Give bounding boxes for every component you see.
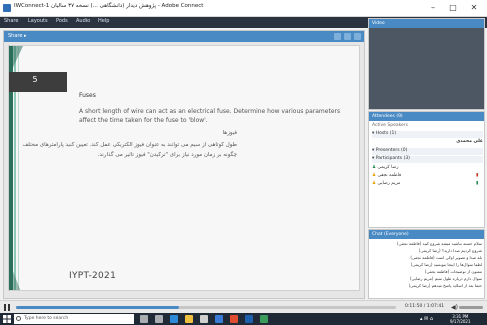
minimize-button[interactable]: – [425, 2, 441, 14]
search-placeholder: Type here to search [24, 316, 69, 321]
toolbar-share[interactable]: Share [4, 18, 18, 24]
volume-slider[interactable] [459, 306, 483, 309]
attendees-pod: Attendees (9) Active Speakers ▾ Hosts (1… [368, 111, 485, 228]
file-explorer-icon[interactable] [185, 315, 193, 323]
chat-pod-label: Chat (Everyone) [372, 231, 409, 237]
volume-icon[interactable]: ◀) [451, 304, 458, 311]
attendees-pod-label: Attendees (9) [372, 113, 403, 119]
chat-message: لطفا سوال‌ها را اینجا بنویسید (رضا کریمی… [410, 262, 482, 267]
video-pod-header: Video [369, 19, 484, 28]
chrome-icon[interactable] [230, 315, 238, 323]
presenters-section-header[interactable]: ▾ Presenters (0) [372, 148, 483, 155]
chat-message: سلام خسته نباشید میشه شروع کنید (فاطمه ن… [396, 241, 482, 246]
toolbar-pods[interactable]: Pods [56, 18, 68, 24]
chat-message: سوال دارم درباره طول سیم (مریم رضایی) [409, 276, 482, 281]
video-pod: Video [368, 18, 485, 110]
share-pod-label: Share ▸ [8, 33, 27, 39]
participants-section-header[interactable]: ▾ Participants (3) [372, 156, 483, 163]
taskbar-clock[interactable]: 3:31 PM 9/17/2021 [450, 314, 471, 324]
status-flag-icon: ▮ [476, 181, 479, 186]
participant-row[interactable]: ♟ رضا کریمی [372, 165, 483, 172]
toolbar-audio[interactable]: Audio [76, 18, 90, 24]
chat-message: شروع کردیم صدا دارید؟ (رضا کریمی) [418, 248, 482, 253]
adobe-connect-taskbar-icon[interactable] [260, 315, 268, 323]
slide-body-persian: طول کوتاهی از سیم می توانند به عنوان فیو… [22, 142, 237, 158]
pause-icon[interactable] [4, 304, 10, 311]
video-pod-label: Video [372, 20, 385, 26]
task-view-icon[interactable] [155, 315, 163, 323]
participant-name: رضا کریمی [377, 165, 399, 170]
timecode: 0:11:50 / 1:07:41 [405, 304, 445, 309]
windows-start-icon[interactable] [3, 315, 11, 323]
toolbar-layouts[interactable]: Layouts [28, 18, 48, 24]
store-icon[interactable] [200, 315, 208, 323]
taskbar-search-input[interactable]: Type here to search [14, 314, 134, 324]
close-button[interactable]: ✕ [466, 2, 482, 14]
slide-title: Fuses [79, 92, 96, 99]
toolbar-help[interactable]: Help [98, 18, 109, 24]
participant-row[interactable]: ♟ مریم رضایی ▮ [372, 181, 483, 188]
fit-width-icon[interactable] [334, 33, 341, 40]
slide-footer: IYPT-2021 [69, 271, 117, 281]
edge-browser-icon[interactable] [170, 315, 178, 323]
window-title-bar: IWConnect-1 پژوهش دیدار (دانشگاهی ...) ن… [0, 0, 487, 17]
playback-bar: 0:11:50 / 1:07:41 ◀) [0, 300, 487, 313]
host-name[interactable]: علی محمدی [372, 139, 483, 146]
chat-message: ممنون از توضیحات (فاطمه نجفی) [424, 269, 482, 274]
progress-fill [16, 306, 180, 309]
chat-message: حتما بعد از اسلاید پاسخ میدهم (رضا کریمی… [408, 283, 482, 288]
system-tray-icons[interactable]: ▴ ✉ ⌂ [420, 316, 433, 322]
presenters-label: Presenters (0) [375, 148, 408, 153]
fullscreen-icon[interactable] [344, 33, 351, 40]
participant-name: فاطمه نجفی [377, 173, 402, 178]
pod-menu-icon[interactable] [354, 33, 361, 40]
word-icon[interactable] [245, 315, 253, 323]
participant-name: مریم رضایی [377, 181, 401, 186]
cortana-icon[interactable] [140, 315, 148, 323]
windows-taskbar: Type here to search ▴ ✉ ⌂ 3:31 PM 9/17/2… [0, 313, 487, 325]
slide-body-english: A short length of wire can act as an ele… [79, 108, 341, 124]
hosts-label: Hosts (1) [375, 131, 397, 136]
search-icon [16, 316, 21, 321]
window-title: IWConnect-1 پژوهش دیدار (دانشگاهی ...) ن… [14, 3, 204, 9]
maximize-button[interactable]: □ [445, 2, 461, 14]
clock-date: 9/17/2021 [450, 319, 471, 324]
slide-title-persian: فیوزها [222, 130, 237, 136]
slide-number-box: 5 [9, 72, 67, 92]
chat-message: بله صدا و تصویر اوکی است (فاطمه نجفی) [410, 255, 482, 260]
slide-number: 5 [32, 75, 38, 84]
adobe-connect-app-icon [3, 4, 11, 12]
chat-pod: Chat (Everyone) سلام خسته نباشید میشه شر… [368, 229, 485, 299]
participant-row[interactable]: ♟ فاطمه نجفی ▮ [372, 173, 483, 180]
active-speakers-label: Active Speakers [372, 123, 408, 128]
share-pod-header: Share ▸ [4, 31, 364, 42]
status-flag-icon: ▮ [476, 173, 479, 178]
attendees-pod-header: Attendees (9) [369, 112, 484, 121]
chat-pod-header: Chat (Everyone) [369, 230, 484, 239]
participants-label: Participants (3) [375, 156, 410, 161]
hosts-section-header[interactable]: ▾ Hosts (1) [372, 131, 483, 138]
presentation-slide: 5 Fuses A short length of wire can act a… [8, 45, 360, 291]
mail-icon[interactable] [215, 315, 223, 323]
